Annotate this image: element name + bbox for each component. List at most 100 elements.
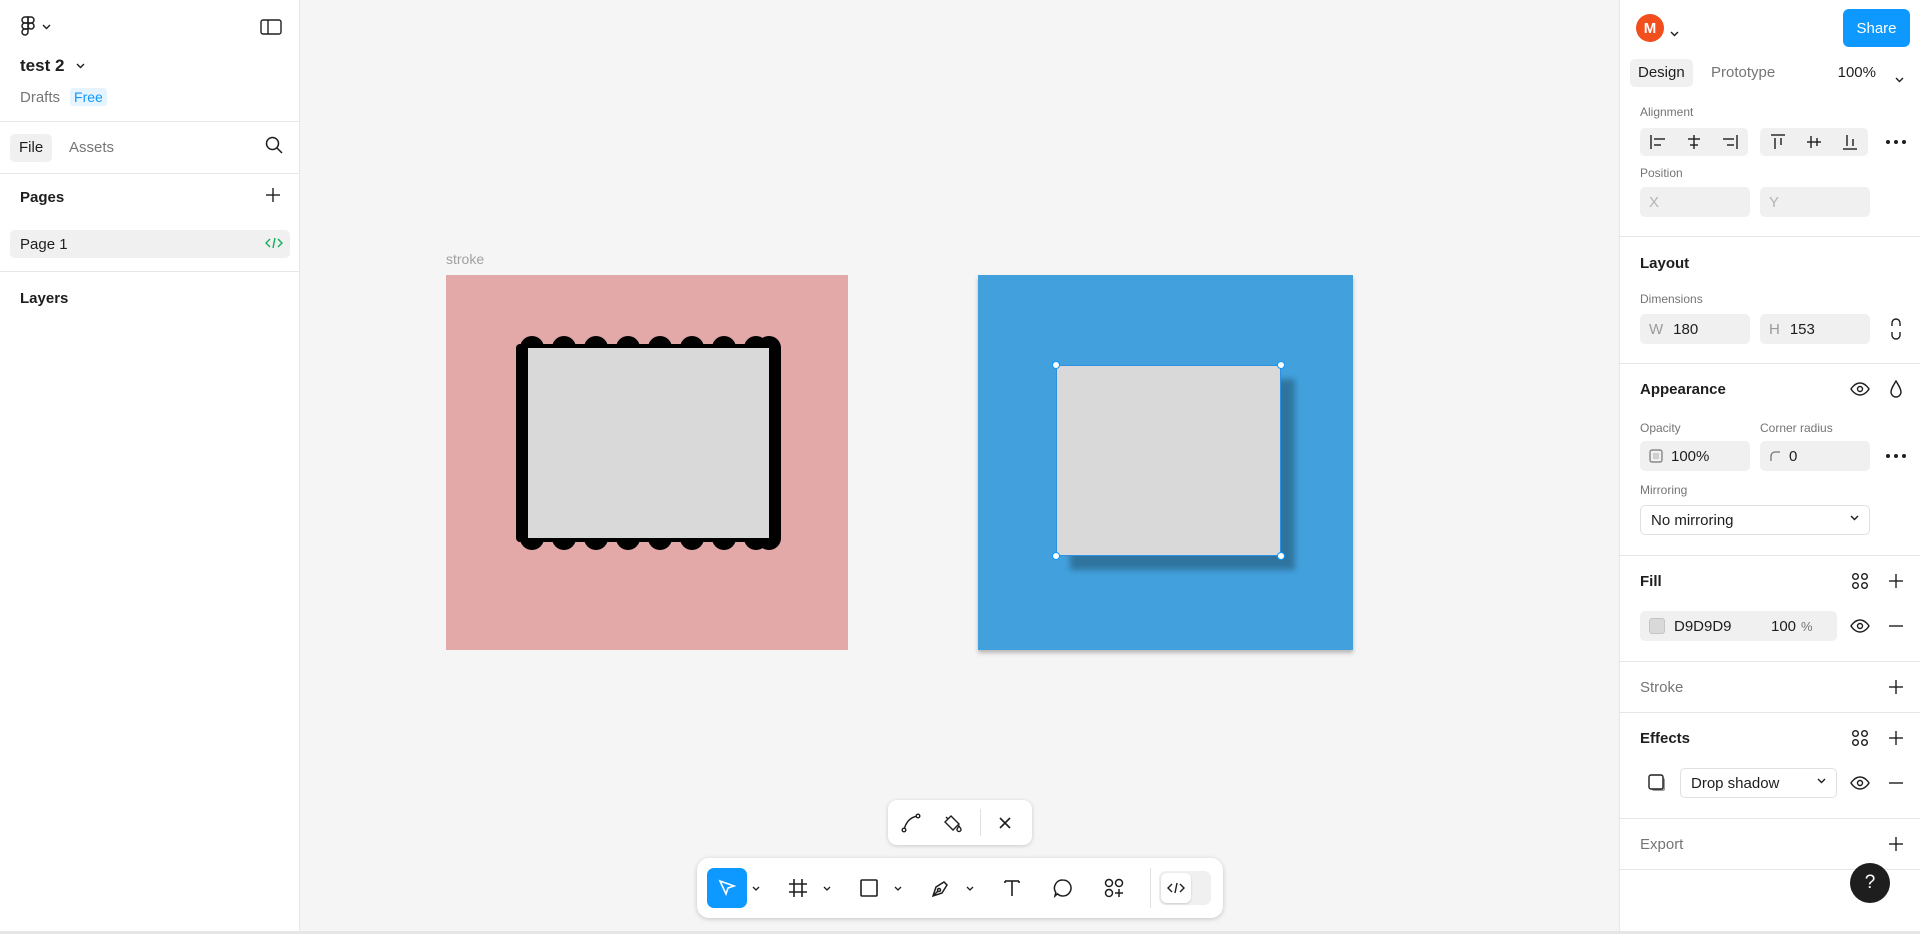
bend-tool-button[interactable] — [898, 810, 924, 836]
remove-fill-button[interactable] — [1884, 614, 1908, 638]
more-alignment-button[interactable] — [1884, 130, 1908, 154]
plan-badge[interactable]: Free — [70, 88, 107, 106]
minus-icon — [1889, 625, 1903, 627]
toggle-effect-visibility-button[interactable] — [1848, 771, 1872, 795]
align-bottom-button[interactable] — [1832, 128, 1868, 156]
divider — [1620, 818, 1920, 819]
layers-heading: Layers — [20, 290, 69, 307]
canvas[interactable]: stroke — [301, 0, 1619, 934]
stroke-title: Stroke — [1640, 679, 1684, 696]
chevron-down-icon[interactable] — [1670, 24, 1679, 42]
add-effect-button[interactable] — [1884, 726, 1908, 750]
align-right-button[interactable] — [1712, 128, 1748, 156]
effect-type-select[interactable]: Drop shadow — [1680, 768, 1837, 798]
frame-title[interactable]: stroke — [446, 251, 484, 267]
chevron-down-icon — [1850, 515, 1859, 521]
vertical-alignment — [1760, 128, 1868, 156]
text-tool-button[interactable] — [992, 868, 1032, 908]
fill-swatch[interactable] — [1649, 618, 1665, 634]
resize-handle-top-left[interactable] — [1052, 361, 1060, 369]
close-vector-edit-button[interactable] — [992, 810, 1018, 836]
shape-tool-button[interactable] — [849, 868, 889, 908]
opacity-field[interactable]: 100% — [1640, 441, 1750, 471]
blend-mode-button[interactable] — [1884, 377, 1908, 401]
position-label: Position — [1640, 166, 1683, 180]
link-icon — [1891, 318, 1901, 340]
actions-button[interactable] — [1094, 868, 1134, 908]
width-value: 180 — [1673, 320, 1699, 338]
file-name-button[interactable]: test 2 — [20, 56, 85, 76]
resize-handle-bottom-right[interactable] — [1277, 552, 1285, 560]
mirroring-select[interactable]: No mirroring — [1640, 505, 1870, 535]
tab-prototype[interactable]: Prototype — [1703, 59, 1783, 87]
minus-icon — [1889, 782, 1903, 784]
share-button[interactable]: Share — [1843, 9, 1910, 47]
help-button[interactable]: ? — [1850, 863, 1890, 903]
toggle-visibility-button[interactable] — [1848, 377, 1872, 401]
fill-styles-button[interactable] — [1848, 569, 1872, 593]
frame-stroke[interactable] — [446, 275, 848, 650]
move-tool-menu[interactable] — [749, 868, 763, 908]
pen-tool-menu[interactable] — [963, 868, 977, 908]
remove-effect-button[interactable] — [1884, 771, 1908, 795]
figma-logo-icon — [21, 16, 35, 36]
effect-settings-button[interactable] — [1645, 771, 1669, 795]
pen-tool-button[interactable] — [921, 868, 961, 908]
x-position-field[interactable]: X — [1640, 187, 1750, 217]
chevron-down-icon[interactable] — [1895, 70, 1904, 88]
fill-color-field[interactable]: D9D9D9 100 % — [1640, 611, 1837, 641]
more-appearance-button[interactable] — [1884, 444, 1908, 468]
paint-bucket-button[interactable] — [940, 810, 966, 836]
dimensions-label: Dimensions — [1640, 292, 1703, 306]
search-button[interactable] — [265, 136, 283, 159]
scalloped-rectangle[interactable] — [516, 336, 781, 550]
align-left-button[interactable] — [1640, 128, 1676, 156]
page-item[interactable]: Page 1 — [10, 230, 290, 258]
tab-file[interactable]: File — [10, 134, 53, 162]
left-panel: test 2 Drafts Free File Assets Pages Pag… — [0, 0, 300, 934]
toggle-fill-visibility-button[interactable] — [1848, 614, 1872, 638]
fill-opacity[interactable]: 100 — [1771, 618, 1801, 635]
shape-tool-menu[interactable] — [891, 868, 905, 908]
tab-design[interactable]: Design — [1630, 59, 1693, 87]
dev-mode-toggle[interactable] — [1159, 871, 1211, 905]
toggle-sidebar-button[interactable] — [260, 18, 282, 41]
constrain-proportions-button[interactable] — [1884, 317, 1908, 341]
divider — [1620, 236, 1920, 237]
align-middle-button[interactable] — [1796, 128, 1832, 156]
main-menu-button[interactable] — [20, 16, 51, 38]
move-tool-button[interactable] — [707, 868, 747, 908]
resize-handle-bottom-left[interactable] — [1052, 552, 1060, 560]
pen-icon — [931, 881, 948, 898]
comment-tool-button[interactable] — [1043, 868, 1083, 908]
corner-radius-field[interactable]: 0 — [1760, 441, 1870, 471]
rectangle-icon — [860, 879, 878, 897]
align-top-button[interactable] — [1760, 128, 1796, 156]
fill-opacity-unit: % — [1801, 618, 1813, 634]
drafts-link[interactable]: Drafts — [20, 89, 60, 106]
add-export-button[interactable] — [1884, 832, 1908, 856]
align-left-icon — [1650, 135, 1665, 149]
effect-styles-button[interactable] — [1848, 726, 1872, 750]
align-right-icon — [1723, 135, 1738, 149]
add-stroke-button[interactable] — [1884, 675, 1908, 699]
add-fill-button[interactable] — [1884, 569, 1908, 593]
add-page-button[interactable] — [265, 187, 281, 208]
zoom-level[interactable]: 100% — [1838, 64, 1876, 81]
frame-tool-button[interactable] — [778, 868, 818, 908]
corner-radius-value: 0 — [1789, 447, 1798, 465]
avatar[interactable]: M — [1636, 14, 1664, 42]
properties-panel: M Share Design Prototype 100% Alignment — [1619, 0, 1920, 934]
resize-handle-top-right[interactable] — [1277, 361, 1285, 369]
corner-radius-icon — [1770, 451, 1780, 461]
search-icon — [265, 136, 283, 154]
width-field[interactable]: W 180 — [1640, 314, 1750, 344]
y-position-field[interactable]: Y — [1760, 187, 1870, 217]
frame-blue[interactable] — [978, 275, 1353, 650]
selected-rectangle[interactable] — [1052, 361, 1285, 560]
align-middle-icon — [1807, 136, 1821, 148]
height-field[interactable]: H 153 — [1760, 314, 1870, 344]
align-center-button[interactable] — [1676, 128, 1712, 156]
frame-tool-menu[interactable] — [820, 868, 834, 908]
tab-assets[interactable]: Assets — [60, 134, 123, 162]
